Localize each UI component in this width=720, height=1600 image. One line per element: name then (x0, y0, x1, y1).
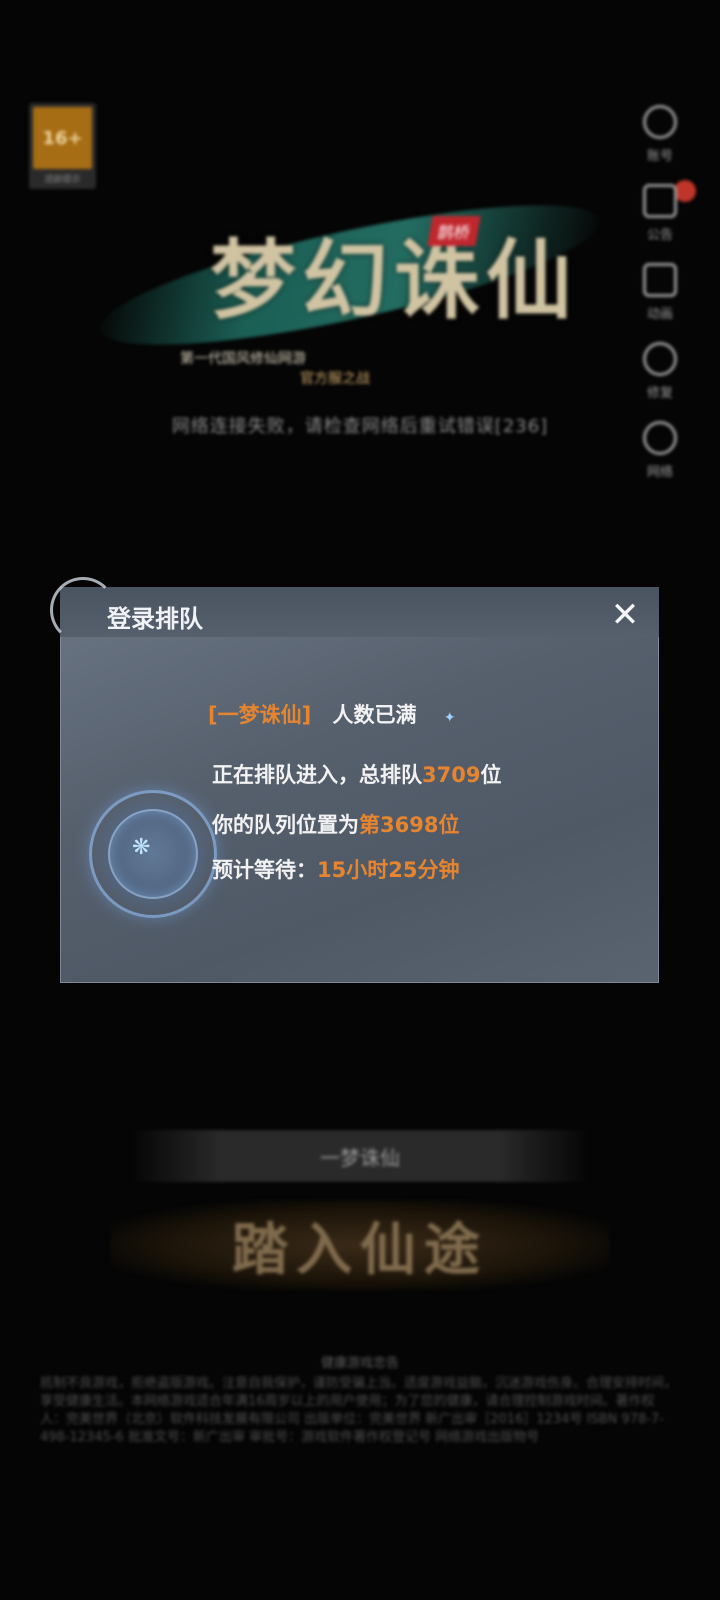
age-rating-text: 16+ (33, 107, 92, 169)
wait-value: 15小时25分钟 (317, 858, 460, 882)
account-icon (643, 105, 677, 139)
queue-suffix: 位 (480, 763, 502, 787)
logo-subtitle-2: 官方服之战 (300, 371, 370, 387)
side-item-label: 公告 (646, 228, 673, 243)
game-logo: 梦幻诛仙 鹊桥 第一代国风修仙网游 官方服之战 (90, 176, 620, 400)
side-item-label: 修复 (646, 386, 673, 401)
network-error-message: 网络连接失败，请检查网络后重试错误[236] (171, 416, 549, 437)
position-prefix: 你的队列位置为 (212, 813, 359, 837)
close-button[interactable]: ✕ (605, 595, 645, 635)
butterfly-icon: ❋ (132, 835, 151, 860)
side-item-account[interactable]: 账号 (643, 105, 677, 164)
side-menu: 账号 公告 动画 修复 网络 (630, 105, 690, 480)
queue-total: 3709 (422, 763, 481, 787)
queue-dialog: 登录排队 ✕ ❋ [一梦诛仙] 人数已满 ✦ 正在排队进入，总排队3709位 你… (50, 577, 659, 983)
side-item-label: 账号 (646, 149, 673, 164)
server-select-bar[interactable]: 一梦诛仙 (130, 1130, 590, 1182)
side-item-video[interactable]: 动画 (643, 263, 677, 322)
side-item-repair[interactable]: 修复 (643, 342, 677, 401)
sparkle-icon: ✦ (443, 710, 456, 726)
close-icon: ✕ (610, 595, 640, 635)
position-value: 第3698位 (359, 813, 460, 837)
side-item-label: 动画 (646, 307, 673, 322)
wait-prefix: 预计等待： (212, 858, 317, 882)
notice-icon (643, 184, 677, 218)
logo-badge: 鹊桥 (427, 216, 481, 246)
loading-orb: ❋ (92, 793, 214, 915)
side-item-network[interactable]: 网络 (643, 421, 677, 480)
queue-position-line: 你的队列位置为第3698位 (212, 809, 459, 839)
age-rating-label: 适龄提示 (44, 175, 81, 185)
queue-total-line: 正在排队进入，总排队3709位 (212, 759, 501, 789)
video-icon (643, 263, 677, 297)
wait-time-line: 预计等待：15小时25分钟 (212, 854, 459, 884)
logo-title: 梦幻诛仙 (210, 230, 578, 331)
server-label: [一梦诛仙] (208, 703, 312, 727)
legal-text: 抵制不良游戏，拒绝盗版游戏。注意自我保护，谨防受骗上当。适度游戏益脑，沉迷游戏伤… (40, 1376, 678, 1445)
health-notice-title: 健康游戏忠告 (320, 1356, 399, 1371)
network-icon (643, 421, 677, 455)
server-status: 人数已满 (332, 703, 417, 727)
server-status-line: [一梦诛仙] 人数已满 ✦ (208, 699, 456, 729)
repair-icon (643, 342, 677, 376)
enter-game-button[interactable]: 踏入仙途 (110, 1200, 610, 1290)
dialog-title: 登录排队 (107, 605, 203, 633)
orb-inner-ring (110, 811, 196, 897)
logo-subtitle: 第一代国风修仙网游 (180, 351, 306, 367)
queue-prefix: 正在排队进入，总排队 (212, 763, 422, 787)
age-rating-badge: 16+ 适龄提示 (29, 103, 96, 189)
side-item-notice[interactable]: 公告 (643, 184, 677, 243)
side-item-label: 网络 (646, 465, 673, 480)
